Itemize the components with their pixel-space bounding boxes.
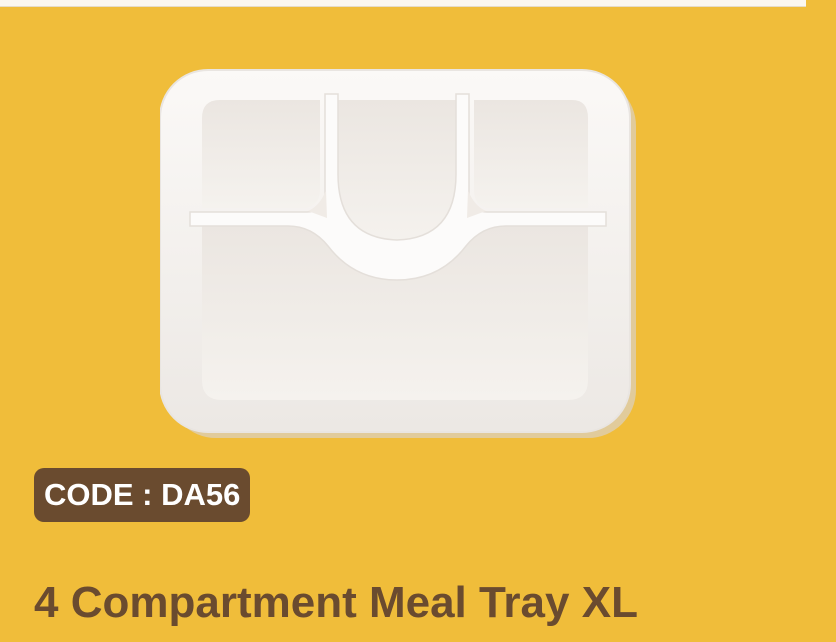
product-title: 4 Compartment Meal Tray XL [34,578,638,627]
top-border-strip [0,0,806,7]
meal-tray-image [159,66,650,448]
product-code-badge: CODE : DA56 [34,468,251,522]
